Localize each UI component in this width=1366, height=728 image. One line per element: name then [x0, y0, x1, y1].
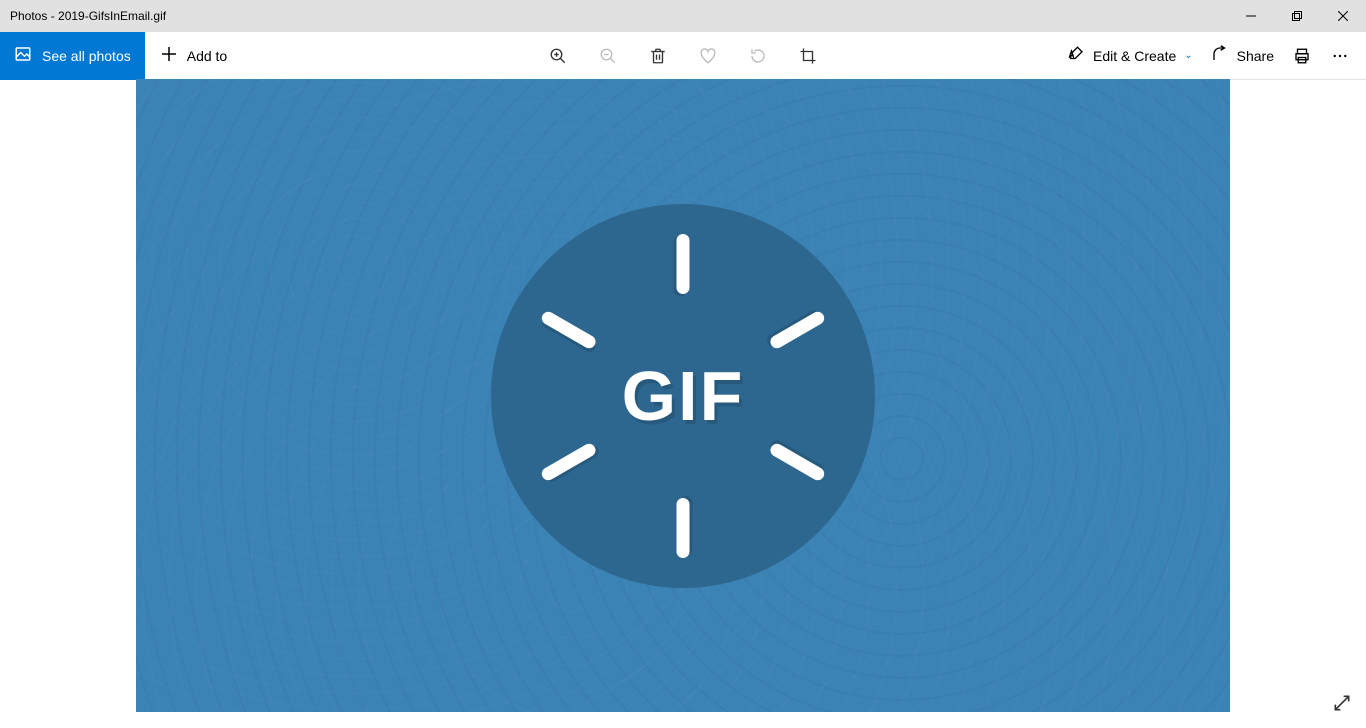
print-button[interactable]: [1292, 46, 1312, 66]
fullscreen-button[interactable]: [1332, 693, 1352, 718]
window-titlebar: Photos - 2019-GifsInEmail.gif: [0, 0, 1366, 32]
delete-button[interactable]: [648, 46, 668, 66]
add-to-label: Add to: [187, 48, 227, 64]
favorite-button[interactable]: [698, 46, 718, 66]
app-toolbar: See all photos Add to E: [0, 32, 1366, 80]
dashed-ring-icon: [548, 261, 818, 531]
plus-icon: [161, 46, 177, 65]
add-to-button[interactable]: Add to: [145, 32, 243, 80]
zoom-out-button[interactable]: [598, 46, 618, 66]
chevron-down-icon: ⌄: [1184, 50, 1192, 61]
maximize-button[interactable]: [1274, 0, 1320, 32]
share-button[interactable]: Share: [1211, 45, 1274, 66]
edit-create-button[interactable]: Edit & Create ⌄: [1067, 45, 1193, 66]
right-toolbar: Edit & Create ⌄ Share: [1067, 45, 1366, 66]
crop-button[interactable]: [798, 46, 818, 66]
zoom-in-button[interactable]: [548, 46, 568, 66]
gif-graphic-circle: GIF: [491, 204, 875, 588]
share-label: Share: [1237, 48, 1274, 64]
see-all-photos-button[interactable]: See all photos: [0, 32, 145, 80]
image-canvas[interactable]: GIF: [136, 79, 1230, 712]
more-button[interactable]: [1330, 46, 1350, 66]
rotate-button[interactable]: [748, 46, 768, 66]
window-title: Photos - 2019-GifsInEmail.gif: [10, 9, 1228, 23]
center-toolbar: [548, 46, 818, 66]
window-controls: [1228, 0, 1366, 32]
content-area: GIF: [0, 80, 1366, 728]
minimize-button[interactable]: [1228, 0, 1274, 32]
see-all-label: See all photos: [42, 48, 131, 64]
edit-create-label: Edit & Create: [1093, 48, 1176, 64]
close-button[interactable]: [1320, 0, 1366, 32]
share-icon: [1211, 45, 1229, 66]
edit-icon: [1067, 45, 1085, 66]
photos-icon: [14, 45, 32, 66]
